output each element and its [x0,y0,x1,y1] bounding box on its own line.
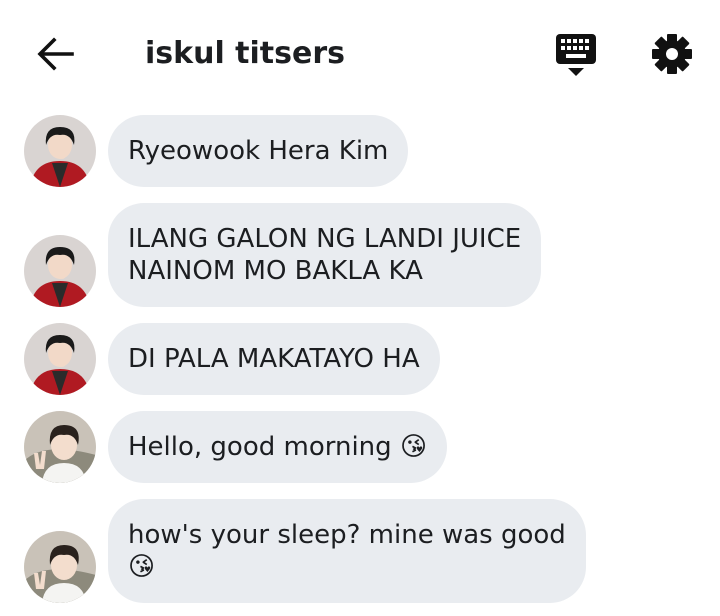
arrow-left-icon [37,37,74,71]
avatar-red-jacket[interactable] [24,235,96,307]
message-text: DI PALA MAKATAYO HA [128,344,420,374]
message-text: Ryeowook Hera Kim [128,136,389,166]
message-text-line: ILANG GALON NG LANDI JUICE [128,224,522,254]
keyboard-button[interactable] [554,32,598,78]
person-photo-icon [24,531,96,603]
avatar-peace-sign[interactable] [24,411,96,483]
message-text-line: how's your sleep? mine was good [128,520,566,550]
gear-icon [652,34,692,74]
keyboard-icon [556,34,596,76]
chat-title: iskul titsers [145,36,345,71]
person-photo-icon [24,323,96,395]
avatar-red-jacket[interactable] [24,115,96,187]
kiss-emoji: 😘 [399,432,428,462]
avatar-red-jacket[interactable] [24,323,96,395]
person-photo-icon [24,235,96,307]
top-bar: iskul titsers [0,0,720,108]
back-button[interactable] [36,34,76,74]
message-text: Hello, good morning [128,432,392,462]
settings-button[interactable] [650,32,694,76]
message-bubble: ILANG GALON NG LANDI JUICE NAINOM MO BAK… [108,203,542,307]
message-bubble: Hello, good morning 😘 [108,411,448,483]
person-photo-icon [24,411,96,483]
message-bubble: Ryeowook Hera Kim [108,115,409,187]
message-bubble: DI PALA MAKATAYO HA [108,323,440,395]
message-text-line: NAINOM MO BAKLA KA [128,256,423,286]
kiss-emoji: 😘 [128,552,156,582]
message-bubble: how's your sleep? mine was good 😘 [108,499,586,603]
person-photo-icon [24,115,96,187]
avatar-peace-sign[interactable] [24,531,96,603]
